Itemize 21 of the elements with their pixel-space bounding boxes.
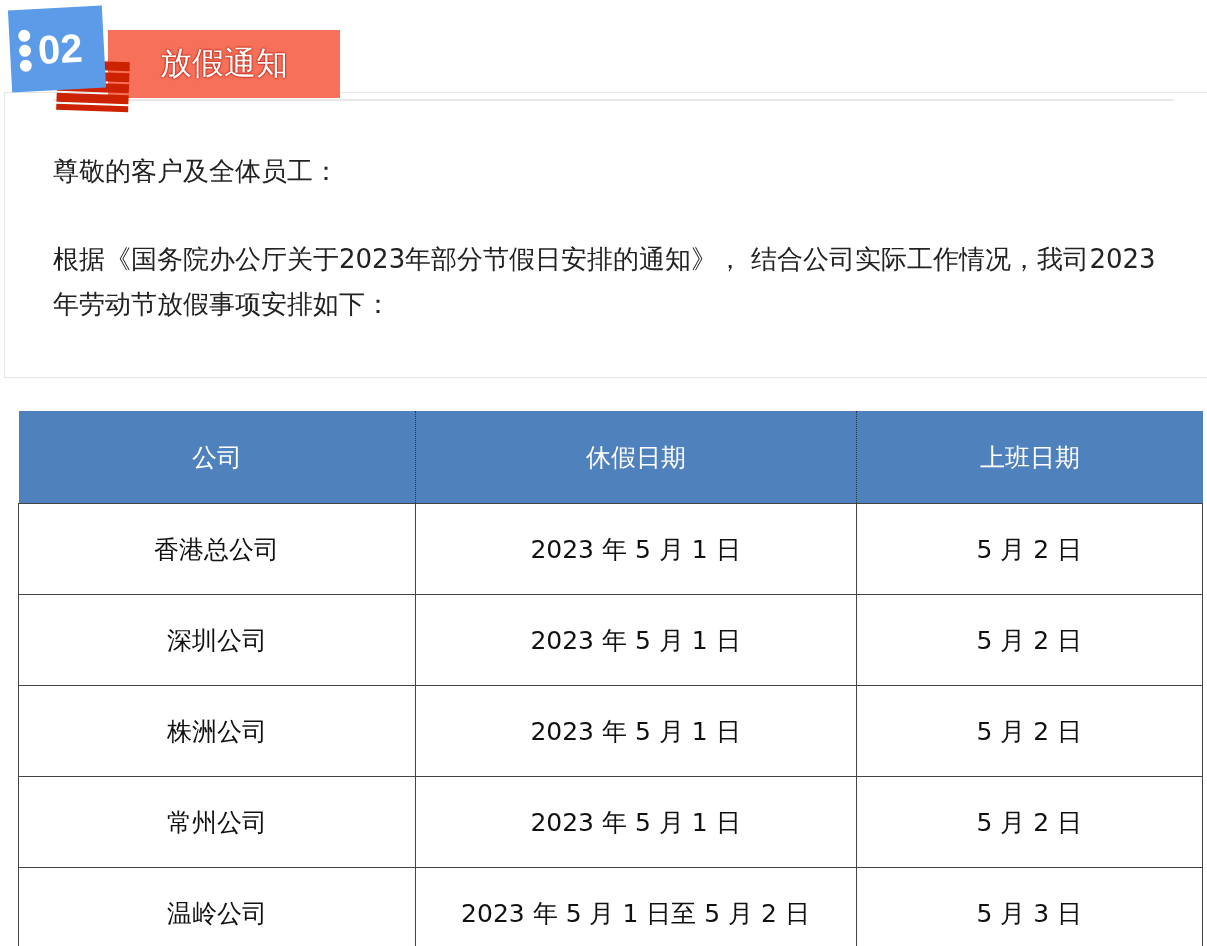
table-cell: 温岭公司 bbox=[18, 867, 415, 946]
column-header: 公司 bbox=[18, 411, 415, 504]
table-cell: 2023 年 5 月 1 日 bbox=[415, 594, 856, 686]
table-cell: 5 月 2 日 bbox=[856, 685, 1203, 777]
table-cell: 深圳公司 bbox=[18, 594, 415, 686]
table-cell: 香港总公司 bbox=[18, 503, 415, 595]
section-title: 放假通知 bbox=[108, 30, 340, 98]
table-cell: 5 月 2 日 bbox=[856, 503, 1203, 595]
table-cell: 2023 年 5 月 1 日 bbox=[415, 776, 856, 868]
column-header: 休假日期 bbox=[415, 411, 856, 504]
table-cell: 5 月 2 日 bbox=[856, 594, 1203, 686]
greeting-text: 尊敬的客户及全体员工： bbox=[53, 155, 340, 188]
notice-paragraph: 根据《国务院办公厅关于2023年部分节假日安排的通知》， 结合公司实际工作情况，我司2023年劳动节放假事项安排如下： bbox=[53, 243, 1157, 321]
section-number: 02 bbox=[36, 25, 84, 73]
table-cell: 株洲公司 bbox=[18, 685, 415, 777]
table-cell: 常州公司 bbox=[18, 776, 415, 868]
column-header: 上班日期 bbox=[856, 411, 1203, 504]
dots-icon bbox=[16, 28, 34, 73]
table-cell: 5 月 2 日 bbox=[856, 776, 1203, 868]
table-cell: 2023 年 5 月 1 日 bbox=[415, 503, 856, 595]
table-cell: 2023 年 5 月 1 日 bbox=[415, 685, 856, 777]
